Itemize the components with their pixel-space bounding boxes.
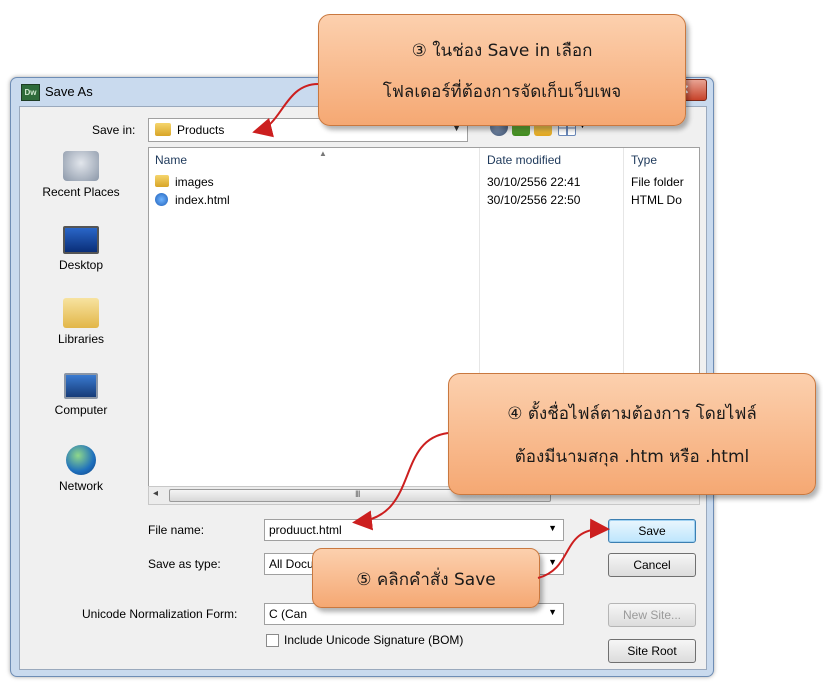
folder-icon — [155, 175, 169, 187]
html-file-icon — [155, 193, 168, 206]
column-header-name[interactable]: Name — [155, 148, 187, 172]
file-name-label: File name: — [148, 523, 205, 537]
save-button[interactable]: Save — [608, 519, 696, 543]
save-as-type-value: All Docu — [269, 557, 314, 571]
place-label: Libraries — [57, 332, 105, 346]
callout-step-5: ⑤ คลิกคำสั่ง Save — [312, 548, 540, 608]
network-icon — [66, 445, 96, 475]
place-libraries[interactable]: Libraries — [26, 298, 136, 346]
place-computer[interactable]: Computer — [26, 373, 136, 417]
place-recent-places[interactable]: Recent Places — [26, 151, 136, 199]
save-as-type-label: Save as type: — [148, 557, 221, 571]
file-type: HTML Do — [631, 193, 682, 207]
unicode-normalization-label: Unicode Normalization Form: — [82, 607, 238, 621]
recent-places-icon — [63, 151, 99, 181]
place-label: Recent Places — [42, 185, 120, 199]
computer-icon — [64, 373, 98, 399]
places-bar: Recent Places Desktop Libraries Computer… — [26, 151, 136, 551]
site-root-button[interactable]: Site Root — [608, 639, 696, 663]
file-name: images — [175, 175, 214, 189]
callout-step-3-line-2: โฟลเดอร์ที่ต้องการจัดเก็บเว็บเพจ — [382, 82, 622, 102]
column-header-date-modified[interactable]: Date modified — [487, 148, 561, 172]
callout-step-4-line-1: ④ ตั้งชื่อไฟล์ตามต้องการ โดยไฟล์ — [507, 404, 757, 424]
file-name: index.html — [175, 193, 230, 207]
place-label: Network — [58, 479, 103, 493]
file-name-value: produuct.html — [269, 523, 342, 537]
chevron-down-icon[interactable]: ▼ — [548, 557, 557, 567]
scroll-grip: III — [355, 489, 360, 499]
file-type: File folder — [631, 175, 684, 189]
place-network[interactable]: Network — [26, 445, 136, 493]
include-bom-label: Include Unicode Signature (BOM) — [284, 633, 464, 647]
save-in-label: Save in: — [92, 123, 136, 137]
chevron-down-icon[interactable]: ▼ — [548, 607, 557, 617]
file-row[interactable]: index.html 30/10/2556 22:50 HTML Do — [149, 191, 699, 209]
include-bom-checkbox[interactable] — [266, 634, 279, 647]
new-site-button[interactable]: New Site... — [608, 603, 696, 627]
callout-step-3: ③ ในช่อง Save in เลือก โฟลเดอร์ที่ต้องกา… — [318, 14, 686, 126]
libraries-icon — [63, 298, 99, 328]
place-label: Computer — [54, 403, 108, 417]
file-row[interactable]: images 30/10/2556 22:41 File folder — [149, 173, 699, 191]
callout-step-4-line-2: ต้องมีนามสกุล .htm หรือ .html — [514, 447, 750, 467]
chevron-down-icon[interactable]: ▼ — [548, 523, 557, 533]
place-desktop[interactable]: Desktop — [26, 226, 136, 272]
scroll-left-icon[interactable]: ◂ — [153, 488, 158, 499]
file-date: 30/10/2556 22:41 — [487, 175, 581, 189]
callout-step-4: ④ ตั้งชื่อไฟล์ตามต้องการ โดยไฟล์ ต้องมีน… — [448, 373, 816, 495]
callout-step-3-line-1: ③ ในช่อง Save in เลือก — [411, 41, 593, 61]
cancel-button[interactable]: Cancel — [608, 553, 696, 577]
dreamweaver-app-icon: Dw — [21, 84, 40, 101]
save-in-value: Products — [177, 123, 225, 137]
folder-icon — [155, 123, 171, 136]
desktop-icon — [63, 226, 99, 254]
callout-step-5-line-1: ⑤ คลิกคำสั่ง Save — [356, 570, 496, 590]
unicode-normalization-value: C (Can — [269, 607, 308, 621]
file-name-input[interactable]: produuct.html ▼ — [264, 519, 564, 541]
place-label: Desktop — [58, 258, 104, 272]
sort-ascending-icon: ▲ — [319, 149, 327, 158]
file-date: 30/10/2556 22:50 — [487, 193, 581, 207]
window-title: Save As — [45, 84, 93, 99]
column-header-type[interactable]: Type — [631, 148, 657, 172]
